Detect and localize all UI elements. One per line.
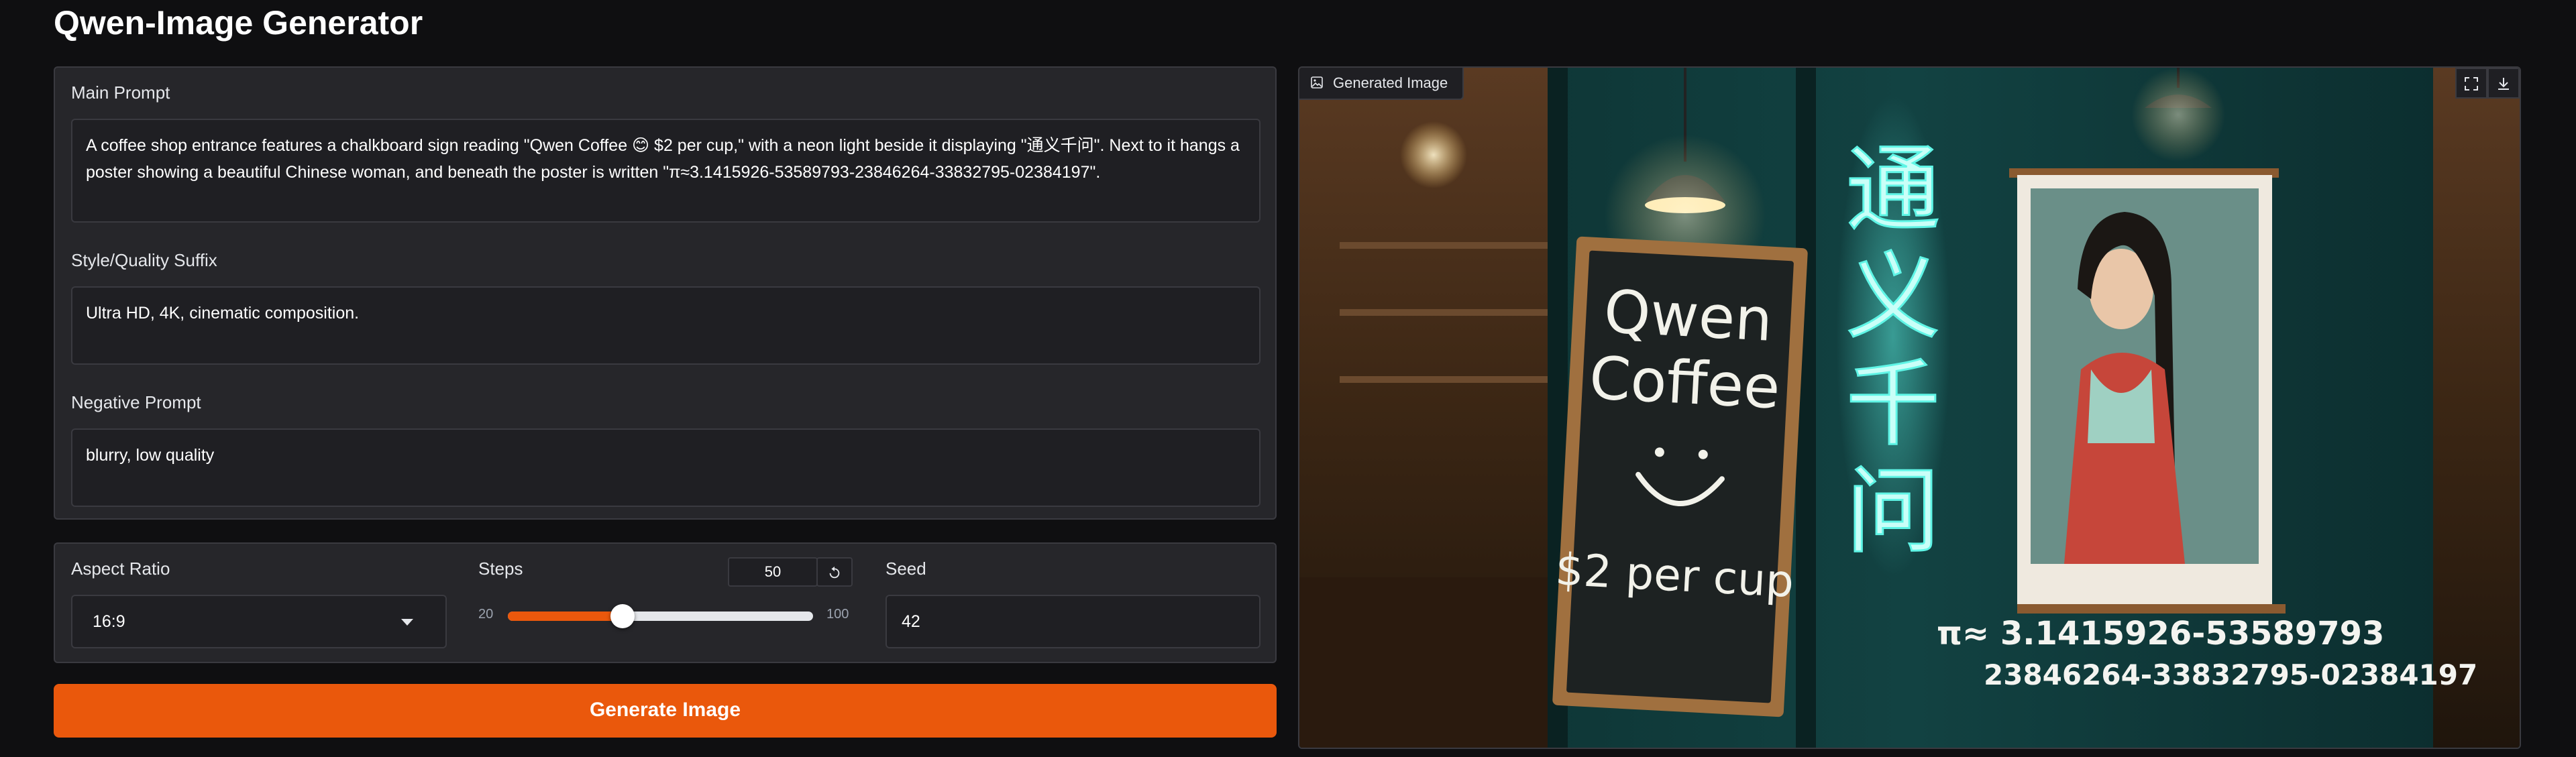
chalkboard-line-1: Qwen xyxy=(1602,277,1774,355)
steps-number-input[interactable]: 50 xyxy=(728,557,818,587)
prompt-panel: Main Prompt A coffee shop entrance featu… xyxy=(54,66,1277,520)
negative-prompt-label: Negative Prompt xyxy=(71,392,201,412)
neon-char-1: 通 xyxy=(1846,135,1940,245)
generated-image-label: Generated Image xyxy=(1333,74,1448,91)
aspect-ratio-value: 16:9 xyxy=(93,612,125,631)
negative-prompt-input[interactable]: blurry, low quality xyxy=(71,428,1260,507)
page-title: Qwen-Image Generator xyxy=(54,4,423,42)
style-suffix-label: Style/Quality Suffix xyxy=(71,250,217,270)
style-suffix-input[interactable]: Ultra HD, 4K, cinematic composition. xyxy=(71,286,1260,365)
generated-image: Qwen Coffee $2 per cup 通 义 千 问 π≈ 3.1415… xyxy=(1299,68,2520,748)
steps-slider[interactable] xyxy=(508,604,813,628)
chevron-down-icon xyxy=(401,619,413,626)
generate-image-button[interactable]: Generate Image xyxy=(54,684,1277,738)
generated-image-tag: Generated Image xyxy=(1299,68,1464,100)
steps-slider-fill xyxy=(508,612,623,621)
steps-max: 100 xyxy=(826,607,849,622)
neon-char-4: 问 xyxy=(1846,457,1940,567)
pi-line-1: π≈ 3.1415926-53589793 xyxy=(1937,615,2384,652)
seed-label: Seed xyxy=(885,559,926,579)
chalkboard-line-2: Coffee xyxy=(1588,343,1782,422)
aspect-ratio-select[interactable]: 16:9 xyxy=(71,595,447,648)
settings-panel: Aspect Ratio 16:9 Steps 50 20 100 Seed 4… xyxy=(54,542,1277,663)
steps-label: Steps xyxy=(478,559,523,579)
download-icon[interactable] xyxy=(2487,68,2520,99)
main-prompt-label: Main Prompt xyxy=(71,82,170,103)
neon-char-2: 义 xyxy=(1846,243,1940,352)
seed-input[interactable]: 42 xyxy=(885,595,1260,648)
generated-image-panel: Generated Image Qwen Coffee $2 per cup 通… xyxy=(1298,66,2521,749)
main-prompt-input[interactable]: A coffee shop entrance features a chalkb… xyxy=(71,119,1260,223)
image-icon xyxy=(1311,76,1323,89)
steps-min: 20 xyxy=(478,607,494,622)
aspect-ratio-label: Aspect Ratio xyxy=(71,559,170,579)
steps-slider-thumb[interactable] xyxy=(610,604,635,628)
neon-char-3: 千 xyxy=(1846,350,1940,459)
fullscreen-icon[interactable] xyxy=(2455,68,2487,99)
pi-line-2: 23846264-33832795-02384197 xyxy=(1984,658,2477,691)
reset-icon[interactable] xyxy=(816,557,853,587)
